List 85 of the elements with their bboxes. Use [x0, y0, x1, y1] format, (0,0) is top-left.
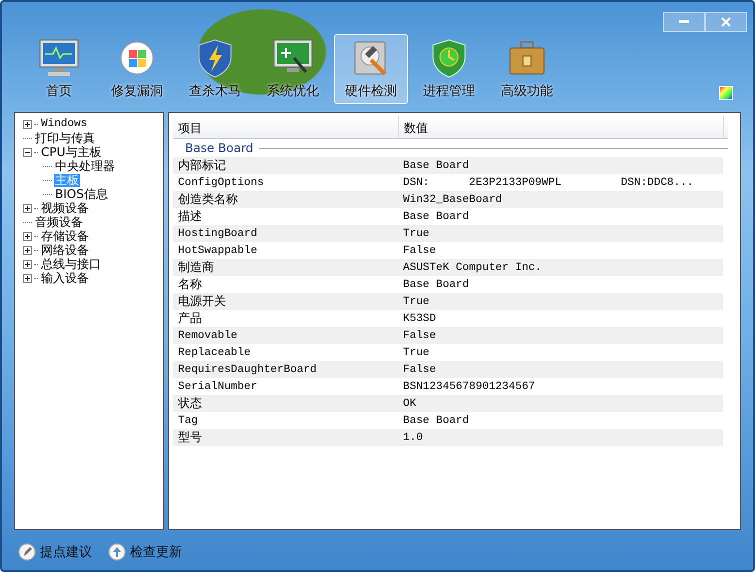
- plus-icon: [25, 234, 30, 238]
- table-cell-text: Base Board: [402, 414, 470, 426]
- table-cell-text: BSN12345678901234567: [402, 380, 536, 392]
- column-header[interactable]: 项目: [173, 116, 399, 138]
- table-row[interactable]: 制造商 ASUSTeK Computer Inc.: [173, 259, 723, 276]
- table-row[interactable]: 型号 1.0: [173, 429, 723, 446]
- table-cell-text: ConfigOptions: [177, 176, 265, 188]
- table-cell-text: Base Board: [402, 210, 470, 222]
- footer-link[interactable]: 提点建议: [18, 543, 92, 561]
- table-cell-text: OK: [402, 398, 418, 410]
- close-icon: [721, 17, 731, 27]
- table-cell-text: 内部标记: [177, 158, 227, 174]
- table-cell-text: False: [402, 330, 438, 342]
- table-cell-text: True: [402, 346, 430, 358]
- plus-icon: [25, 276, 30, 280]
- table-cell-text: 创造类名称: [177, 192, 239, 208]
- table-cell-text: HotSwappable: [177, 244, 258, 256]
- table-row[interactable]: 电源开关 True: [173, 293, 723, 310]
- table-cell-text: 1.0: [402, 432, 424, 444]
- toolbar-button[interactable]: 修复漏洞: [100, 34, 174, 104]
- group-title: Base Board: [185, 141, 254, 155]
- expand-button[interactable]: [23, 246, 32, 254]
- table-cell-text: K53SD: [402, 312, 438, 324]
- tree-item[interactable]: 输入设备: [40, 272, 90, 284]
- plus-icon: [25, 262, 30, 266]
- table-row[interactable]: 状态 OK: [173, 395, 723, 412]
- table-cell-text: True: [402, 296, 430, 308]
- toolbar-button[interactable]: 进程管理: [412, 34, 486, 104]
- table-cell-text: 产品: [177, 311, 203, 327]
- toolbar-button[interactable]: 高级功能: [490, 34, 564, 104]
- table-cell-text: ASUSTeK Computer Inc.: [402, 262, 543, 274]
- table-cell-text: 制造商: [177, 260, 215, 276]
- table-cell-text: 名称: [177, 277, 203, 293]
- table-cell-text: Removable: [177, 330, 238, 342]
- minus-icon: [25, 150, 30, 154]
- table-cell-text: 描述: [177, 209, 203, 225]
- table-cell-text: Base Board: [402, 278, 470, 290]
- table-row[interactable]: 创造类名称 Win32_BaseBoard: [173, 191, 723, 208]
- tree-item[interactable]: 中央处理器: [54, 160, 116, 172]
- table-cell-text: Replaceable: [177, 346, 252, 358]
- toolbar-button[interactable]: 首页: [22, 34, 96, 104]
- tree-item[interactable]: 打印与传真: [34, 132, 96, 144]
- plus-icon: [25, 248, 30, 252]
- skin-button[interactable]: [719, 86, 733, 100]
- table-cell-text: DSN: 2E3P2133P09WPL DSN:DDC8...: [402, 176, 694, 188]
- tree-item[interactable]: 音频设备: [34, 216, 84, 228]
- table-row[interactable]: HostingBoard True: [173, 225, 723, 242]
- table-cell-text: False: [402, 244, 438, 256]
- monitor-icon: [38, 38, 80, 78]
- toolbar-button[interactable]: 硬件检测: [334, 34, 408, 104]
- table-cell-text: Tag: [177, 414, 199, 426]
- tree-item[interactable]: 网络设备: [40, 244, 90, 256]
- shield-lightning-icon: [196, 38, 234, 78]
- plus-icon: [25, 206, 30, 210]
- column-header[interactable]: 数值: [399, 116, 724, 138]
- table-cell-text: HostingBoard: [177, 228, 258, 240]
- expand-button[interactable]: [23, 204, 32, 212]
- collapse-button[interactable]: [23, 148, 32, 156]
- tree-item[interactable]: 存储设备: [40, 230, 90, 242]
- pencil-icon: [18, 543, 36, 561]
- table-cell-text: Win32_BaseBoard: [402, 194, 504, 206]
- table-cell-text: False: [402, 364, 438, 376]
- footer-link[interactable]: 检查更新: [108, 543, 182, 561]
- minimize-icon: [679, 20, 689, 24]
- expand-button[interactable]: [23, 274, 32, 282]
- plus-icon: [25, 122, 30, 126]
- table-cell-text: SerialNumber: [177, 380, 258, 392]
- tree-item[interactable]: BIOS信息: [54, 188, 109, 200]
- table-cell-text: 状态: [177, 396, 203, 412]
- tree-item[interactable]: Windows: [40, 118, 88, 130]
- expand-button[interactable]: [23, 120, 32, 128]
- shield-clock-icon: [430, 38, 468, 78]
- table-row[interactable]: Removable False: [173, 327, 723, 344]
- expand-button[interactable]: [23, 232, 32, 240]
- table-cell-text: Base Board: [402, 160, 470, 172]
- table-row[interactable]: 内部标记 Base Board: [173, 157, 723, 174]
- table-cell-text: RequiresDaughterBoard: [177, 364, 318, 376]
- table-cell-text: True: [402, 228, 430, 240]
- table-row[interactable]: RequiresDaughterBoard False: [173, 361, 723, 378]
- tree-item[interactable]: CPU与主板: [40, 146, 102, 158]
- expand-button[interactable]: [23, 260, 32, 268]
- tree-item[interactable]: 总线与接口: [40, 258, 102, 270]
- tree-item[interactable]: 视频设备: [40, 202, 90, 214]
- table-cell-text: 型号: [177, 430, 203, 446]
- table-cell-text: 电源开关: [177, 294, 227, 310]
